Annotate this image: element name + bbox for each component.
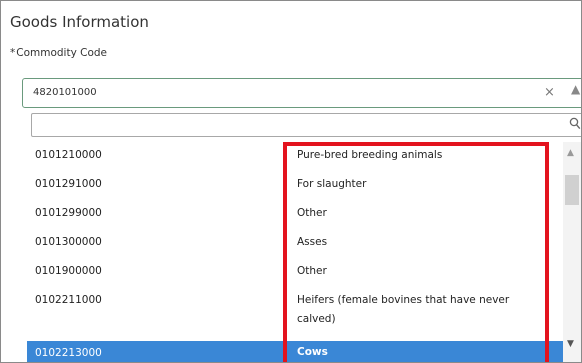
scroll-down-icon[interactable]: ▼ — [567, 339, 574, 349]
commodity-search-box[interactable] — [31, 113, 581, 138]
list-item[interactable]: 0101210000 Pure-bred breeding animals — [27, 142, 567, 171]
list-item[interactable]: 0101300000 Asses — [27, 229, 567, 258]
option-code: 0102211000 — [35, 294, 102, 306]
option-code: 0101300000 — [35, 236, 102, 248]
list-item[interactable]: 0101900000 Other — [27, 258, 567, 287]
required-marker: * — [10, 47, 16, 59]
list-item[interactable]: 0101299000 Other — [27, 200, 567, 229]
commodity-code-label: *Commodity Code — [10, 47, 107, 59]
commodity-search-input[interactable] — [36, 115, 540, 138]
option-description: Pure-bred breeding animals — [297, 149, 443, 161]
option-code: 0101291000 — [35, 178, 102, 190]
search-icon — [569, 117, 581, 130]
option-description: Other — [297, 207, 327, 219]
list-item[interactable]: 0101291000 For slaughter — [27, 171, 567, 200]
option-description: For slaughter — [297, 178, 367, 190]
commodity-options-list[interactable]: 0101210000 Pure-bred breeding animals 01… — [27, 142, 567, 362]
clear-icon[interactable]: × — [544, 85, 555, 100]
chevron-up-icon[interactable]: ▲ — [571, 82, 580, 96]
option-description: Cows — [297, 346, 328, 358]
option-code: 0101299000 — [35, 207, 102, 219]
option-description: Other — [297, 265, 327, 277]
option-code: 0101900000 — [35, 265, 102, 277]
option-description: Heifers (female bovines that have never … — [297, 294, 510, 325]
scroll-up-icon[interactable]: ▲ — [567, 148, 574, 158]
commodity-code-value: 4820101000 — [33, 87, 97, 98]
list-item[interactable]: 0102211000 Heifers (female bovines that … — [27, 287, 567, 339]
scrollbar-thumb[interactable] — [565, 175, 579, 205]
option-code: 0101210000 — [35, 149, 102, 161]
goods-information-panel: Goods Information *Commodity Code 482010… — [0, 0, 582, 363]
option-description: Asses — [297, 236, 328, 248]
commodity-code-label-text: Commodity Code — [16, 47, 108, 59]
option-code: 0102213000 — [35, 347, 102, 359]
commodity-code-select[interactable]: 4820101000 × ▲ — [22, 78, 581, 108]
section-title: Goods Information — [10, 13, 149, 31]
list-scrollbar[interactable]: ▲ ▼ — [563, 142, 581, 362]
list-item-selected[interactable]: 0102213000 Cows — [27, 341, 567, 362]
